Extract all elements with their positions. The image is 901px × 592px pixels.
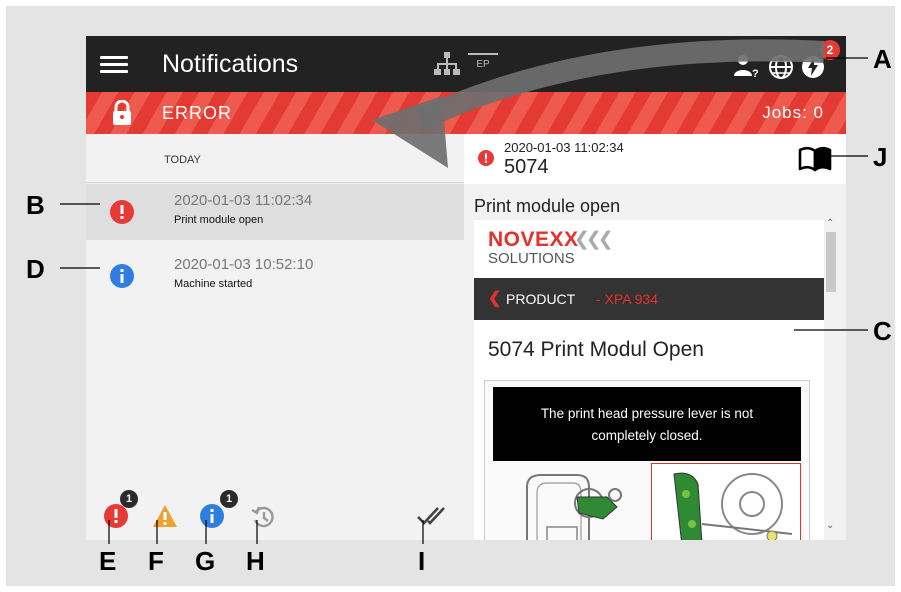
figure-frame: Notifications EP ? 2 ERROR Jobs: 0 TODAY… [6, 6, 895, 586]
menu-icon[interactable] [100, 56, 128, 74]
list-item[interactable]: 2020-01-03 10:52:10 Machine started [86, 248, 464, 304]
error-filter-icon[interactable] [104, 504, 128, 528]
scrollbar-thumb[interactable] [826, 232, 836, 292]
error-icon [478, 150, 494, 166]
product-model: - XPA 934 [596, 291, 659, 307]
print-module-illustration [526, 474, 622, 540]
error-count-badge: 1 [120, 490, 138, 508]
warning-filter-icon[interactable] [152, 504, 178, 528]
filter-bar: 1 1 [86, 490, 464, 540]
error-icon [110, 200, 134, 224]
doc-scrollbar[interactable]: ⌃ ⌄ [824, 218, 838, 540]
doc-heading: 5074 Print Modul Open [488, 338, 704, 361]
callout-e: E [99, 546, 117, 576]
top-bar: Notifications EP ? 2 [86, 36, 846, 92]
status-label: ERROR [162, 103, 233, 123]
manual-book-icon[interactable] [798, 146, 832, 172]
history-icon[interactable] [250, 504, 276, 530]
detail-title: Print module open [474, 196, 621, 216]
back-chevron-icon[interactable]: ❮ [488, 288, 501, 308]
detail-code: 5074 [504, 156, 549, 178]
globe-icon[interactable] [768, 54, 794, 80]
svg-text:?: ? [752, 68, 759, 78]
callout-b: B [26, 190, 45, 220]
documentation-view[interactable]: NOVEXX ❮❮❮ SOLUTIONS ❮ PRODUCT - XPA 934… [474, 220, 824, 540]
notification-detail: 2020-01-03 11:02:34 5074 Print module op… [464, 134, 846, 540]
callout-a: A [873, 44, 892, 74]
detail-header: 2020-01-03 11:02:34 5074 [464, 134, 846, 184]
scroll-down-icon[interactable]: ⌄ [826, 520, 834, 531]
callout-j: J [873, 142, 888, 172]
lock-icon [113, 100, 131, 125]
notification-timestamp: 2020-01-03 10:52:10 [174, 256, 314, 273]
callout-h: H [246, 546, 265, 576]
notification-badge: 2 [820, 40, 840, 60]
detail-timestamp: 2020-01-03 11:02:34 [504, 140, 624, 155]
user-help-icon[interactable]: ? [732, 54, 760, 78]
callout-g: G [195, 546, 216, 576]
jobs-count: Jobs: 0 [762, 103, 824, 122]
network-mode-label: EP [468, 53, 498, 70]
divider [86, 182, 464, 183]
callout-i: I [418, 546, 426, 576]
status-bar: ERROR Jobs: 0 [86, 92, 846, 134]
date-group-header: TODAY [164, 154, 201, 166]
list-item[interactable]: 2020-01-03 11:02:34 Print module open [86, 184, 464, 240]
notification-list: TODAY 2020-01-03 11:02:34 Print module o… [86, 134, 464, 540]
product-breadcrumb[interactable]: ❮ PRODUCT - XPA 934 [474, 278, 824, 320]
callout-c: C [873, 316, 892, 346]
notification-message: Print module open [174, 214, 264, 226]
doc-caption: The print head pressure lever is not com… [493, 387, 801, 461]
print-module-detail [651, 463, 801, 540]
network-icon[interactable] [434, 52, 460, 76]
scroll-up-icon[interactable]: ⌃ [826, 218, 834, 229]
power-icon[interactable] [800, 54, 826, 80]
callout-f: F [148, 546, 164, 576]
brand-subtitle: SOLUTIONS [488, 250, 575, 267]
device-screen: Notifications EP ? 2 ERROR Jobs: 0 TODAY… [86, 36, 846, 540]
info-count-badge: 1 [220, 490, 238, 508]
brand-logo: NOVEXX [488, 228, 579, 251]
mark-all-read-icon[interactable] [416, 504, 446, 528]
notification-message: Machine started [174, 278, 253, 290]
page-title: Notifications [162, 50, 299, 78]
brand-logo-mark: ❮❮❮ [574, 229, 614, 250]
notification-timestamp: 2020-01-03 11:02:34 [174, 192, 313, 209]
callout-d: D [26, 254, 45, 284]
info-filter-icon[interactable] [200, 504, 224, 528]
doc-figure: The print head pressure lever is not com… [484, 380, 810, 540]
product-label: PRODUCT [506, 291, 576, 307]
info-icon [110, 264, 134, 288]
